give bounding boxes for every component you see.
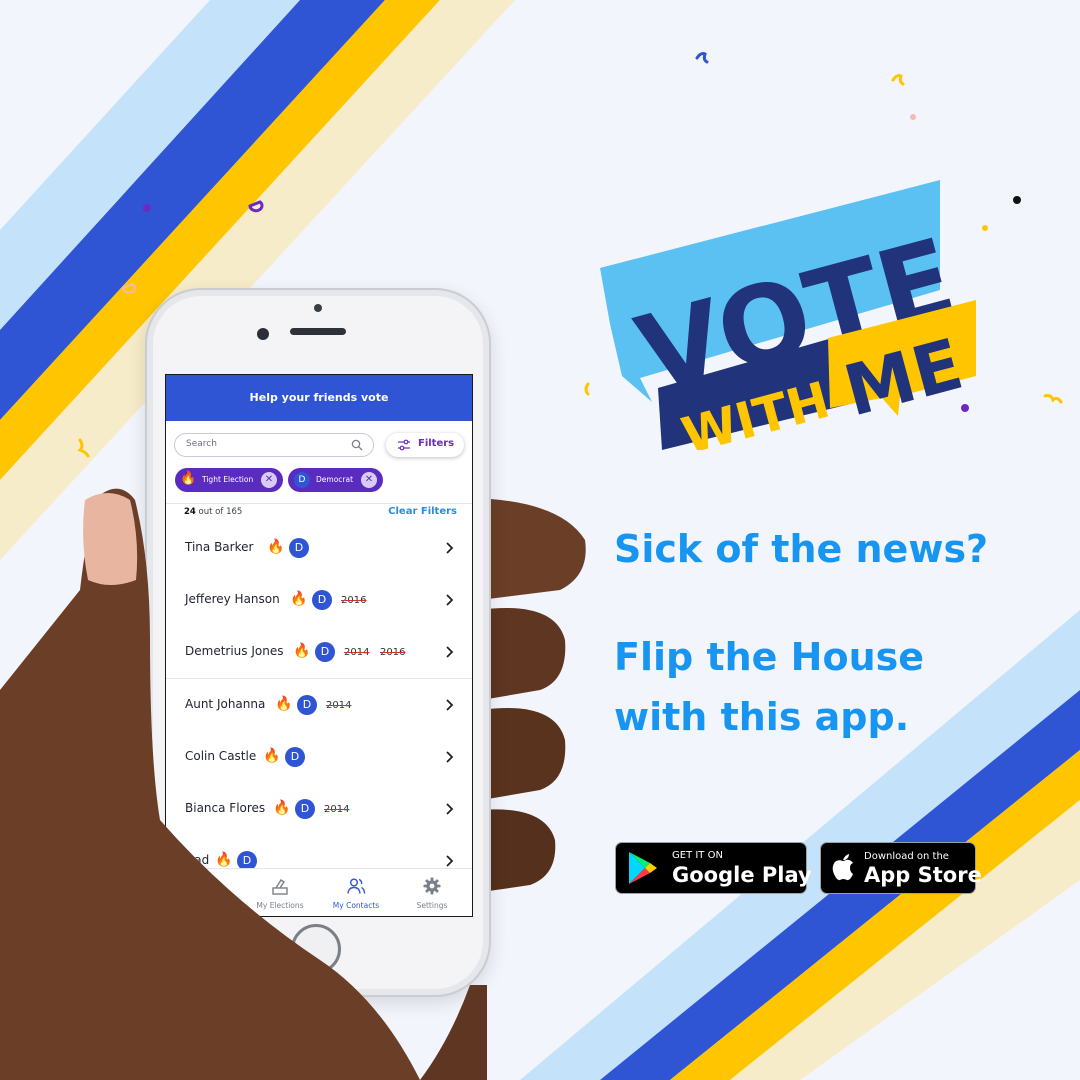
- filter-chip-tight-election[interactable]: 🔥 Tight Election ✕: [175, 468, 283, 492]
- flame-icon: 🔥: [267, 539, 285, 555]
- contact-name: Bianca Flores: [185, 801, 266, 815]
- apple-icon: [832, 854, 853, 881]
- badge-small-text: GET IT ON: [672, 850, 723, 861]
- tab-label: My Impact: [184, 901, 224, 910]
- filters-button[interactable]: Filters: [386, 433, 464, 457]
- contact-name: Aunt Johanna: [185, 697, 266, 711]
- sliders-icon: [398, 439, 410, 451]
- results-count-bar: 24 out of 165 Clear Filters: [166, 503, 472, 524]
- app-store-badge[interactable]: Download on the App Store: [820, 842, 982, 894]
- sensor-dot: [314, 304, 322, 312]
- search-icon: [351, 439, 363, 451]
- tab-my-elections[interactable]: My Elections: [242, 869, 318, 916]
- ballot-icon: [272, 879, 288, 895]
- party-badge: D: [285, 747, 305, 767]
- tagline-line-2: Flip the House: [614, 635, 925, 679]
- gear-icon: [423, 877, 441, 895]
- contact-row[interactable]: Jefferey Hanson 🔥 D 2016: [166, 574, 472, 627]
- party-badge: D: [294, 472, 310, 488]
- contact-name: Dad: [185, 853, 210, 867]
- tab-my-impact[interactable]: My Impact: [166, 869, 242, 916]
- party-badge: D: [312, 590, 332, 610]
- party-badge: D: [295, 799, 315, 819]
- filters-label: Filters: [418, 438, 455, 449]
- missed-election-year: 2014: [324, 804, 350, 815]
- vote-with-me-logo: VOTE WITH ME: [600, 180, 976, 450]
- earpiece-speaker: [290, 328, 346, 335]
- badge-big-text: App Store: [864, 863, 982, 887]
- contact-name: Jefferey Hanson: [185, 592, 280, 606]
- chevron-right-icon: [446, 542, 454, 554]
- flame-icon: 🔥: [215, 852, 233, 868]
- remove-chip-icon[interactable]: ✕: [361, 472, 377, 488]
- flame-icon: 🔥: [293, 643, 311, 659]
- app-header: Help your friends vote: [166, 375, 472, 421]
- badge-big-text: Google Play: [672, 863, 812, 887]
- contact-name: Demetrius Jones: [185, 644, 284, 658]
- tab-my-contacts[interactable]: My Contacts: [318, 869, 394, 916]
- contact-row[interactable]: Tina Barker 🔥 D: [166, 522, 472, 575]
- contact-name: Colin Castle: [185, 749, 257, 763]
- contact-row[interactable]: Aunt Johanna 🔥 D 2014: [166, 679, 472, 732]
- tagline-line-3: with this app.: [614, 695, 910, 739]
- remove-chip-icon[interactable]: ✕: [261, 472, 277, 488]
- contacts-icon: [347, 878, 366, 894]
- bottom-tab-bar: My Impact My Elections My Contacts Setti…: [166, 868, 472, 916]
- phone-device: Help your friends vote Search Filters 🔥 …: [145, 288, 491, 997]
- chevron-right-icon: [446, 855, 454, 867]
- chevron-right-icon: [446, 594, 454, 606]
- tab-settings[interactable]: Settings: [394, 869, 470, 916]
- flame-icon: 🔥: [290, 591, 308, 607]
- home-button[interactable]: [291, 924, 341, 974]
- google-play-badge[interactable]: GET IT ON Google Play: [615, 842, 812, 894]
- missed-election-year: 2016: [341, 595, 367, 606]
- results-count: 24 out of 165: [184, 507, 243, 517]
- flame-icon: 🔥: [180, 471, 197, 486]
- flame-icon: 🔥: [275, 696, 293, 712]
- chevron-right-icon: [446, 699, 454, 711]
- app-screen: Help your friends vote Search Filters 🔥 …: [165, 374, 473, 917]
- contact-row[interactable]: Demetrius Jones 🔥 D 2014 2016: [166, 626, 472, 679]
- chevron-right-icon: [446, 646, 454, 658]
- front-camera: [257, 328, 269, 340]
- contact-row[interactable]: Colin Castle 🔥 D: [166, 731, 472, 784]
- missed-election-year: 2016: [380, 647, 406, 658]
- person-icon: [196, 877, 212, 895]
- chevron-right-icon: [446, 803, 454, 815]
- party-badge: D: [297, 695, 317, 715]
- filter-chip-democrat[interactable]: D Democrat ✕: [288, 468, 383, 492]
- badge-small-text: Download on the: [864, 851, 949, 862]
- search-placeholder: Search: [186, 439, 217, 449]
- search-input[interactable]: Search: [174, 433, 374, 457]
- tab-label: My Elections: [256, 901, 304, 910]
- contact-row[interactable]: Bianca Flores 🔥 D 2014: [166, 783, 472, 836]
- tab-label: My Contacts: [332, 901, 380, 910]
- google-play-icon: [629, 852, 657, 884]
- tab-label: Settings: [416, 901, 448, 910]
- missed-election-year: 2014: [326, 700, 352, 711]
- chip-label: Democrat: [316, 475, 354, 484]
- missed-election-year: 2014: [344, 647, 370, 658]
- tagline-line-1: Sick of the news?: [614, 527, 989, 571]
- clear-filters-link[interactable]: Clear Filters: [388, 506, 457, 517]
- chevron-right-icon: [446, 751, 454, 763]
- party-badge: D: [315, 642, 335, 662]
- flame-icon: 🔥: [263, 748, 281, 764]
- party-badge: D: [289, 538, 309, 558]
- chip-label: Tight Election: [202, 475, 254, 484]
- tagline-block: Flip the House with this app.: [614, 627, 924, 747]
- flame-icon: 🔥: [273, 800, 291, 816]
- contact-name: Tina Barker: [185, 540, 254, 554]
